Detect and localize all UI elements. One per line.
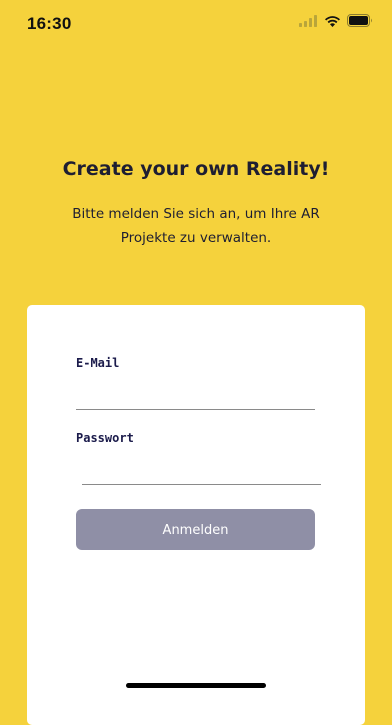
login-button[interactable]: Anmelden (76, 509, 315, 550)
password-field[interactable] (82, 458, 321, 485)
wifi-icon (324, 15, 341, 27)
email-field[interactable] (76, 383, 315, 410)
email-label: E-Mail (76, 356, 120, 370)
home-indicator[interactable] (126, 683, 266, 688)
page-title: Create your own Reality! (62, 158, 330, 180)
status-bar: 16:30 (0, 0, 392, 48)
cellular-signal-icon (299, 14, 318, 27)
status-icons (299, 14, 374, 27)
battery-icon (347, 14, 374, 27)
status-time: 16:30 (27, 14, 72, 33)
password-label: Passwort (76, 431, 134, 445)
login-card: E-Mail Passwort Anmelden (27, 305, 365, 725)
page-subtitle: Bitte melden Sie sich an, um Ihre AR Pro… (72, 206, 320, 246)
